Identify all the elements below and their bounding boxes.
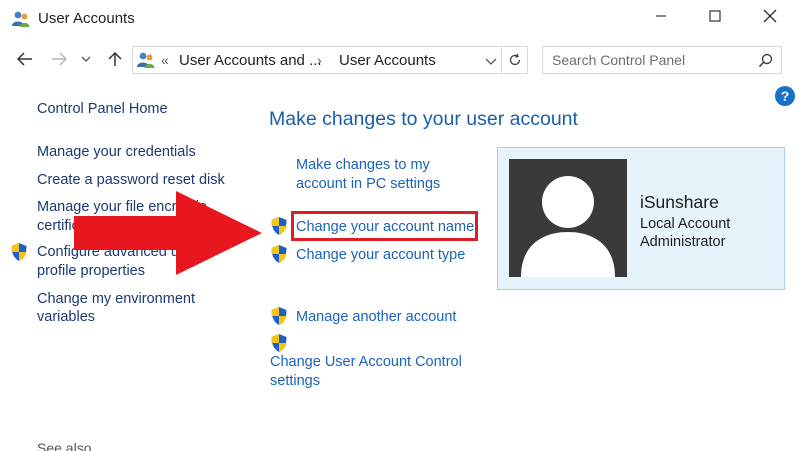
uac-shield-icon <box>271 245 287 263</box>
uac-shield-icon <box>271 307 287 325</box>
help-button[interactable]: ? <box>775 86 795 106</box>
breadcrumb-user-accounts[interactable]: User Accounts <box>339 52 436 69</box>
account-role: Administrator <box>640 234 726 250</box>
search-icon[interactable] <box>758 53 773 68</box>
back-button[interactable] <box>14 48 36 70</box>
up-button[interactable] <box>104 48 126 70</box>
account-type: Local Account <box>640 216 731 232</box>
uac-settings-link-line-1[interactable]: Change User Account Control <box>270 353 462 372</box>
uac-settings-link-line-2[interactable]: settings <box>270 372 320 391</box>
user-accounts-icon <box>12 11 30 27</box>
close-button[interactable] <box>745 0 795 32</box>
environment-variables-link-line-2[interactable]: variables <box>37 308 95 327</box>
uac-shield-icon <box>271 217 287 235</box>
refresh-icon <box>509 53 520 66</box>
manage-another-account-link[interactable]: Manage another account <box>296 308 456 327</box>
chevron-down-icon <box>81 56 91 62</box>
page-title: Make changes to your user account <box>269 108 578 130</box>
minimize-button[interactable] <box>636 0 686 32</box>
breadcrumb-overflow[interactable]: « <box>161 52 169 68</box>
annotation-arrow-icon <box>74 191 262 275</box>
search-placeholder[interactable]: Search Control Panel <box>552 52 685 68</box>
breadcrumb-user-accounts-and-family[interactable]: User Accounts and ... <box>179 52 322 69</box>
see-also-heading: See also <box>37 440 92 451</box>
account-name: iSunshare <box>640 192 719 212</box>
minimize-icon <box>656 15 666 17</box>
close-icon <box>763 9 777 23</box>
search-box[interactable]: Search Control Panel <box>542 46 782 74</box>
uac-shield-icon <box>11 243 27 261</box>
avatar <box>509 159 627 277</box>
forward-button[interactable] <box>48 48 70 70</box>
arrow-left-icon <box>17 52 32 66</box>
highlight-box <box>291 211 478 241</box>
uac-shield-icon <box>271 334 287 352</box>
manage-credentials-link[interactable]: Manage your credentials <box>37 143 196 162</box>
account-card: iSunshare Local Account Administrator <box>497 147 785 290</box>
control-panel-home-link[interactable]: Control Panel Home <box>37 100 168 119</box>
user-accounts-icon <box>137 52 155 68</box>
title-bar: User Accounts <box>0 0 800 38</box>
address-bar[interactable]: « User Accounts and ... › User Accounts <box>132 46 502 74</box>
arrow-up-icon <box>108 51 122 66</box>
maximize-button[interactable] <box>690 0 740 32</box>
pc-settings-link-line-2[interactable]: account in PC settings <box>296 175 440 194</box>
breadcrumb-separator[interactable]: › <box>317 52 322 68</box>
chevron-down-icon[interactable] <box>484 54 498 68</box>
pc-settings-link-line-1[interactable]: Make changes to my <box>296 156 430 175</box>
window-title: User Accounts <box>38 10 135 27</box>
arrow-right-icon <box>52 52 67 66</box>
recent-locations-button[interactable] <box>78 48 94 70</box>
maximize-icon <box>709 10 721 22</box>
change-account-type-link[interactable]: Change your account type <box>296 246 465 265</box>
refresh-button[interactable] <box>502 46 528 74</box>
user-silhouette-icon <box>521 176 615 277</box>
navigation-bar: « User Accounts and ... › User Accounts … <box>0 40 800 80</box>
environment-variables-link-line-1[interactable]: Change my environment <box>37 290 195 309</box>
